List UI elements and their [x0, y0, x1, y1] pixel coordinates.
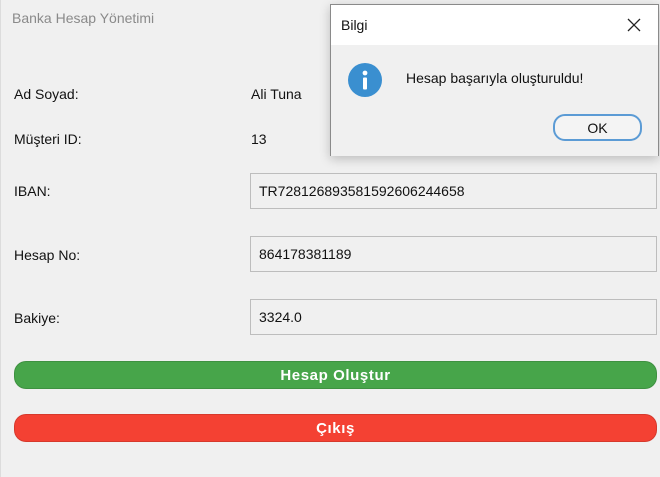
- account-no-label: Hesap No:: [14, 247, 81, 263]
- ok-button[interactable]: OK: [553, 114, 642, 141]
- name-label: Ad Soyad:: [14, 86, 79, 102]
- balance-label: Bakiye:: [14, 310, 60, 326]
- exit-button[interactable]: Çıkış: [14, 414, 657, 442]
- customer-id-label: Müşteri ID:: [14, 131, 82, 147]
- balance-field[interactable]: [250, 299, 657, 335]
- iban-field[interactable]: [250, 173, 657, 209]
- info-dialog: Bilgi Hesap başarıyla oluşturuldu! OK: [330, 4, 659, 156]
- account-no-field[interactable]: [250, 236, 657, 272]
- close-icon[interactable]: [624, 15, 644, 35]
- dialog-title: Bilgi: [341, 17, 368, 33]
- window-title: Banka Hesap Yönetimi: [12, 10, 155, 26]
- iban-label: IBAN:: [14, 183, 51, 199]
- name-value: Ali Tuna: [251, 86, 302, 102]
- dialog-titlebar: Bilgi: [331, 5, 658, 45]
- dialog-body: Hesap başarıyla oluşturuldu! OK: [331, 45, 658, 156]
- dialog-message: Hesap başarıyla oluşturuldu!: [406, 70, 584, 86]
- info-icon: [348, 63, 382, 97]
- create-account-button[interactable]: Hesap Oluştur: [14, 361, 657, 389]
- customer-id-value: 13: [251, 131, 267, 147]
